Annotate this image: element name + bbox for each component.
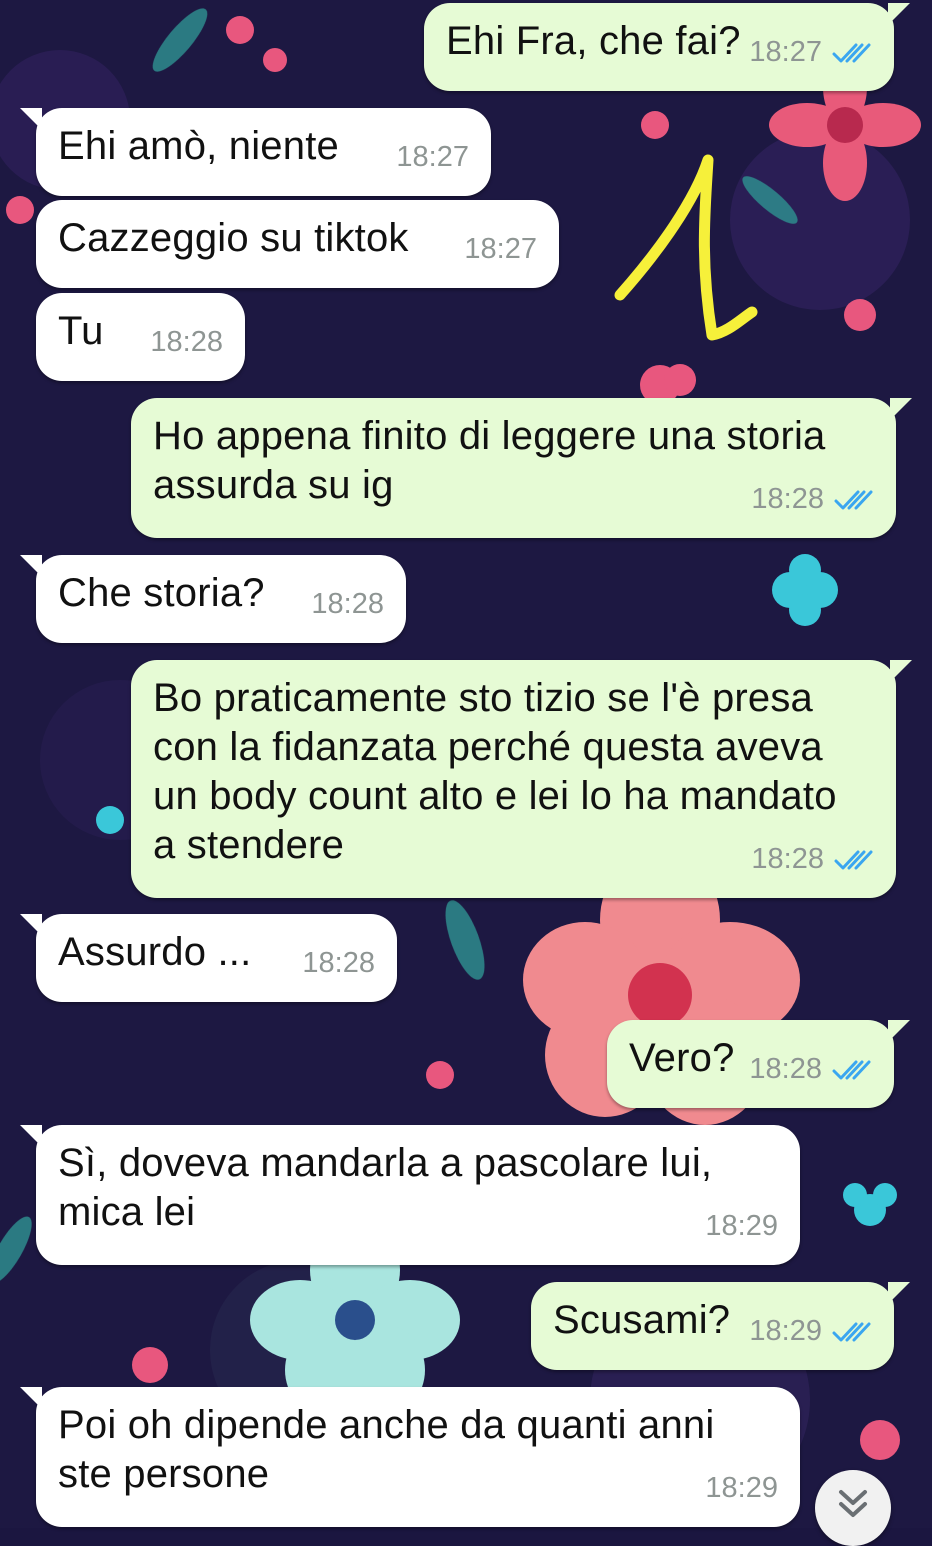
outgoing-message-bubble[interactable]: Bo praticamente sto tizio se l'è presa c… (131, 660, 912, 898)
outgoing-message-bubble[interactable]: Ho appena finito di leggere una storia a… (131, 398, 912, 538)
message-meta: 18:29 (749, 1307, 872, 1356)
incoming-message-bubble[interactable]: Tu 18:28 (36, 293, 245, 381)
scroll-to-bottom-button[interactable] (815, 1470, 891, 1546)
message-meta: 18:27 (749, 28, 872, 77)
bubble-tail (888, 1282, 910, 1304)
message-timestamp: 18:28 (302, 947, 375, 979)
double-check-icon (832, 41, 872, 65)
bubble-tail (20, 555, 42, 577)
bubble-tail (888, 1020, 910, 1042)
outgoing-message-bubble[interactable]: Scusami? 18:29 (531, 1282, 910, 1370)
bubble-tail (20, 108, 42, 130)
message-meta: 18:29 (705, 1464, 778, 1513)
message-timestamp: 18:28 (150, 326, 223, 358)
message-meta: 18:28 (150, 318, 223, 367)
message-meta: 18:28 (311, 580, 384, 629)
bubble-tail (20, 1387, 42, 1409)
outgoing-message-bubble[interactable]: Vero? 18:28 (607, 1020, 910, 1108)
message-timestamp: 18:28 (749, 1053, 822, 1085)
outgoing-message-bubble[interactable]: Ehi Fra, che fai? 18:27 (424, 3, 910, 91)
double-check-icon (834, 848, 874, 872)
bubble-tail (888, 3, 910, 25)
bubble-tail (20, 1125, 42, 1147)
message-timestamp: 18:29 (749, 1315, 822, 1347)
message-meta: 18:27 (396, 133, 469, 182)
incoming-message-bubble[interactable]: Poi oh dipende anche da quanti anni ste … (20, 1387, 800, 1527)
message-timestamp: 18:29 (705, 1210, 778, 1242)
message-timestamp: 18:28 (311, 588, 384, 620)
double-check-icon (834, 488, 874, 512)
incoming-message-bubble[interactable]: Ehi amò, niente 18:27 (20, 108, 491, 196)
bubble-tail (890, 398, 912, 420)
double-chevron-down-icon (839, 1490, 867, 1517)
message-timestamp: 18:27 (396, 141, 469, 173)
bubble-tail (890, 660, 912, 682)
message-text: Sì, doveva mandarla a pascolare lui, mic… (58, 1141, 713, 1234)
message-timestamp: 18:27 (464, 233, 537, 265)
double-check-icon (832, 1320, 872, 1344)
message-timestamp: 18:29 (705, 1472, 778, 1504)
handwritten-annotation (614, 154, 758, 341)
message-meta: 18:28 (302, 939, 375, 988)
message-meta: 18:27 (464, 225, 537, 274)
message-meta: 18:28 (751, 475, 874, 524)
double-check-icon (832, 1058, 872, 1082)
message-meta: 18:28 (749, 1045, 872, 1094)
message-meta: 18:28 (751, 835, 874, 884)
message-timestamp: 18:27 (749, 36, 822, 68)
message-timestamp: 18:28 (751, 483, 824, 515)
message-meta: 18:29 (705, 1202, 778, 1251)
incoming-message-bubble[interactable]: Cazzeggio su tiktok 18:27 (36, 200, 559, 288)
incoming-message-bubble[interactable]: Assurdo ... 18:28 (20, 914, 397, 1002)
bubble-tail (20, 914, 42, 936)
incoming-message-bubble[interactable]: Sì, doveva mandarla a pascolare lui, mic… (20, 1125, 800, 1265)
message-text: Poi oh dipende anche da quanti anni ste … (58, 1403, 715, 1496)
incoming-message-bubble[interactable]: Che storia? 18:28 (20, 555, 406, 643)
message-timestamp: 18:28 (751, 843, 824, 875)
